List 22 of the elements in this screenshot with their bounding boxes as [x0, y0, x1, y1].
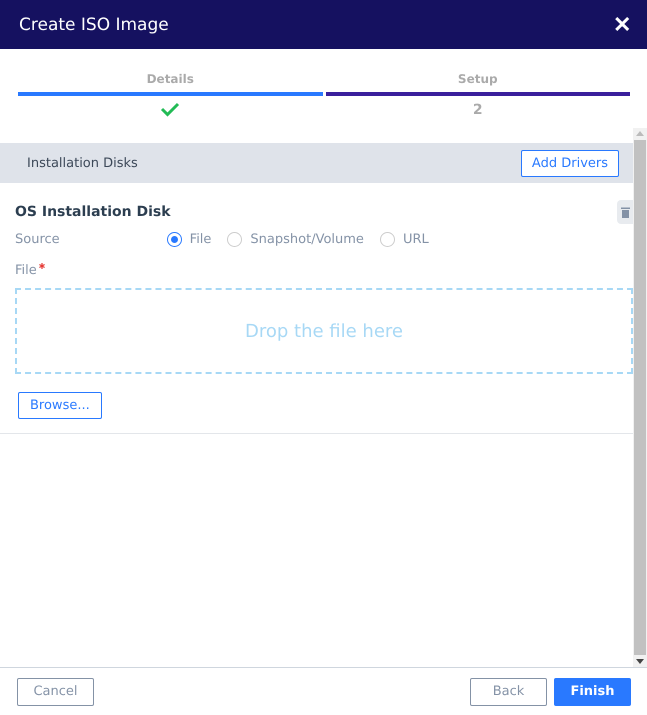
- finish-button[interactable]: Finish: [554, 678, 631, 706]
- source-radio[interactable]: URL: [380, 232, 429, 247]
- browse-button[interactable]: Browse...: [18, 392, 102, 419]
- back-button[interactable]: Back: [470, 678, 547, 706]
- cancel-button[interactable]: Cancel: [17, 678, 94, 706]
- step-label: Details: [146, 72, 194, 86]
- disk-title: OS Installation Disk: [15, 204, 171, 220]
- source-radio[interactable]: Snapshot/Volume: [227, 232, 364, 247]
- scroll-down-icon: [636, 659, 644, 664]
- trash-icon: [620, 206, 630, 218]
- close-button[interactable]: ✕: [613, 12, 631, 38]
- source-label: Source: [15, 232, 60, 247]
- step-label: Setup: [458, 72, 498, 86]
- delete-button[interactable]: [617, 200, 633, 224]
- add-drivers-button[interactable]: Add Drivers: [520, 150, 619, 176]
- window-title: Create ISO Image: [19, 14, 169, 34]
- step-number: 2: [472, 102, 483, 118]
- file-label: File: [15, 263, 37, 278]
- section-title: Installation Disks: [27, 156, 138, 170]
- scrollbar[interactable]: [633, 128, 647, 667]
- source-radio[interactable]: File: [166, 232, 212, 247]
- scroll-up-icon: [636, 131, 644, 136]
